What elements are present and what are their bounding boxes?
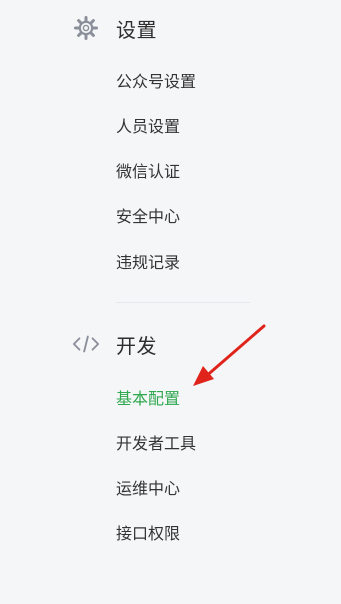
gear-icon	[72, 14, 100, 42]
section-divider	[116, 302, 250, 303]
menu-item-staff-settings[interactable]: 人员设置	[116, 115, 180, 139]
menu-item-api-permissions[interactable]: 接口权限	[116, 522, 180, 546]
settings-section-header[interactable]: 设置	[72, 12, 157, 44]
develop-section-header[interactable]: 开发	[72, 328, 157, 360]
menu-item-security-center[interactable]: 安全中心	[116, 205, 180, 229]
menu-item-developer-tools[interactable]: 开发者工具	[116, 432, 196, 456]
settings-section-title: 设置	[116, 17, 157, 42]
menu-item-wechat-verification[interactable]: 微信认证	[116, 160, 180, 184]
develop-section-title: 开发	[116, 333, 157, 358]
code-icon	[72, 330, 100, 358]
menu-item-basic-config[interactable]: 基本配置	[116, 387, 180, 411]
menu-item-account-settings[interactable]: 公众号设置	[116, 70, 196, 94]
menu-item-ops-center[interactable]: 运维中心	[116, 477, 180, 501]
menu-item-violation-records[interactable]: 违规记录	[116, 251, 180, 275]
